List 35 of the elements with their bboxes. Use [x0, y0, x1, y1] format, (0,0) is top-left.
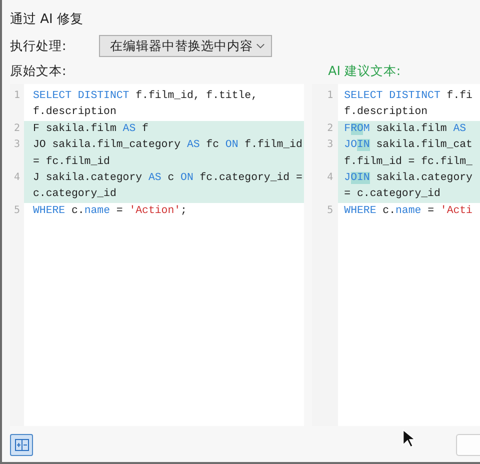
code-line: f.film_id = fc.film_ — [344, 154, 472, 170]
action-dropdown[interactable]: 在编辑器中替换选中内容 — [99, 35, 272, 57]
line-number: 1 — [326, 89, 334, 103]
code-line: WHERE c.name = 'Acti — [344, 204, 472, 219]
code-line: c.category_id — [33, 187, 116, 202]
code-line: JO sakila.film_category AS fc ON f.film_id — [33, 138, 302, 154]
code-line: J sakila.category AS c ON fc.category_id = — [33, 170, 302, 186]
split-view-icon — [14, 439, 28, 451]
code-line: F sakila.film AS f — [33, 122, 148, 137]
line-number: 2 — [326, 122, 334, 136]
pane-label: 原始文本: — [10, 62, 68, 80]
action-label: 执行处理: — [10, 38, 68, 54]
code-line: = c.category_id — [344, 187, 440, 202]
code-line: SELECT DISTINCT f.film_id, f.title, — [33, 89, 258, 104]
dialog-title: 通过 AI 修复 — [10, 11, 84, 29]
code-line: f.description — [344, 105, 428, 120]
layout-toggle-button[interactable] — [10, 434, 33, 456]
caret-icon — [256, 43, 265, 49]
line-number: 4 — [13, 170, 22, 185]
line-number: 3 — [326, 138, 334, 152]
code-line: WHERE c.name = 'Action'; — [33, 204, 187, 219]
line-number: 1 — [13, 89, 22, 103]
code-line: = fc.film_id — [33, 154, 110, 170]
code-line: JOIN sakila.category — [344, 170, 472, 186]
line-number: 5 — [326, 204, 334, 218]
pane-label: AI 建议文本: — [327, 62, 402, 80]
line-number: 4 — [326, 170, 334, 185]
code-line: SELECT DISTINCT f.fi — [344, 89, 472, 104]
line-number: 5 — [13, 204, 22, 218]
code-line: FROM sakila.film AS — [344, 122, 466, 137]
line-number: 2 — [13, 122, 22, 136]
line-number: 3 — [13, 138, 22, 152]
mouse-pointer-icon — [402, 429, 415, 448]
code-line: JOIN sakila.film_cat — [344, 138, 472, 154]
code-line: f.description — [33, 105, 116, 120]
